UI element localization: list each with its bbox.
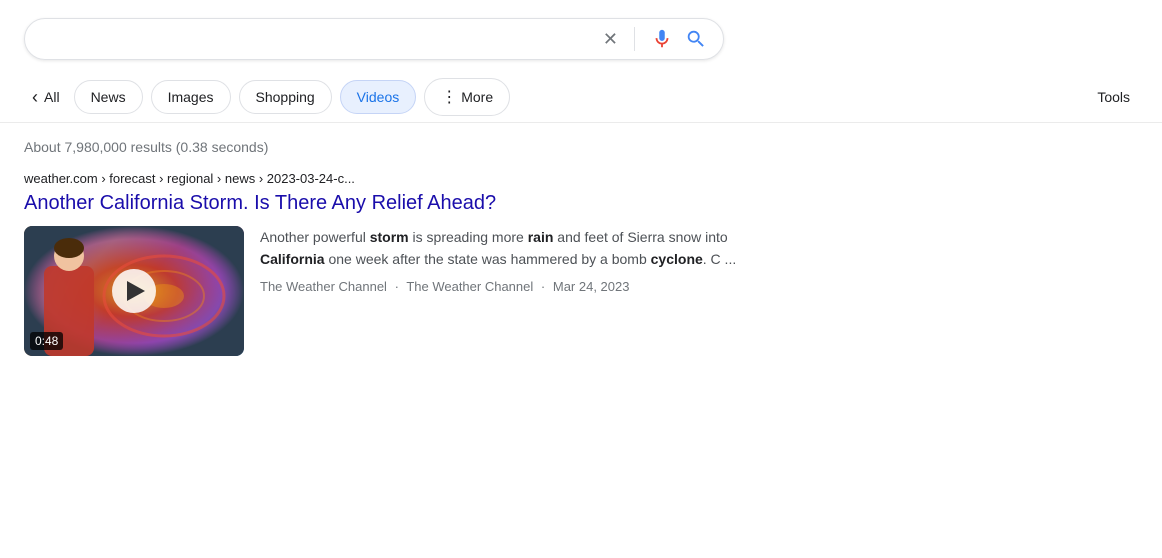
microphone-icon[interactable]: [651, 28, 673, 50]
dots-icon: ⋮: [441, 87, 457, 107]
search-box: california storm ahead ✕: [24, 18, 724, 60]
search-button-icon[interactable]: [685, 28, 707, 50]
tools-button[interactable]: Tools: [1089, 81, 1138, 113]
navigation-row: ‹ All News Images Shopping Videos ⋮ More…: [0, 72, 1162, 123]
source-name: The Weather Channel: [260, 279, 387, 294]
tab-shopping[interactable]: Shopping: [239, 80, 332, 114]
result-date: Mar 24, 2023: [553, 279, 630, 294]
result-snippet: Another powerful storm is spreading more…: [260, 226, 776, 294]
dot-separator-1: ·: [395, 279, 399, 294]
result-title[interactable]: Another California Storm. Is There Any R…: [24, 190, 776, 216]
tab-news-label: News: [91, 89, 126, 105]
video-duration: 0:48: [30, 332, 63, 350]
dot-separator-2: ·: [541, 279, 545, 294]
search-icons: ✕: [603, 27, 707, 51]
clear-icon[interactable]: ✕: [603, 29, 618, 50]
search-input[interactable]: california storm ahead: [41, 30, 595, 48]
result-body: 0:48 Another powerful storm is spreading…: [24, 226, 776, 356]
results-info: About 7,980,000 results (0.38 seconds): [0, 123, 1162, 163]
video-thumbnail[interactable]: 0:48: [24, 226, 244, 356]
tab-images[interactable]: Images: [151, 80, 231, 114]
tab-more[interactable]: ⋮ More: [424, 78, 510, 116]
all-tab-label[interactable]: All: [44, 89, 60, 105]
source-channel: The Weather Channel: [406, 279, 533, 294]
snippet-source: The Weather Channel · The Weather Channe…: [260, 279, 776, 294]
tab-videos[interactable]: Videos: [340, 80, 417, 114]
back-arrow-icon: ‹: [32, 87, 38, 108]
play-triangle-icon: [127, 281, 145, 301]
divider: [634, 27, 635, 51]
all-nav-back[interactable]: ‹ All: [24, 79, 68, 116]
tab-videos-label: Videos: [357, 89, 400, 105]
result-item: weather.com › forecast › regional › news…: [0, 163, 800, 372]
search-bar-row: california storm ahead ✕: [0, 0, 1162, 72]
tab-news[interactable]: News: [74, 80, 143, 114]
snippet-text: Another powerful storm is spreading more…: [260, 226, 776, 271]
tab-more-label: More: [461, 89, 493, 105]
tab-shopping-label: Shopping: [256, 89, 315, 105]
play-button[interactable]: [112, 269, 156, 313]
tab-images-label: Images: [168, 89, 214, 105]
result-url: weather.com › forecast › regional › news…: [24, 171, 776, 186]
